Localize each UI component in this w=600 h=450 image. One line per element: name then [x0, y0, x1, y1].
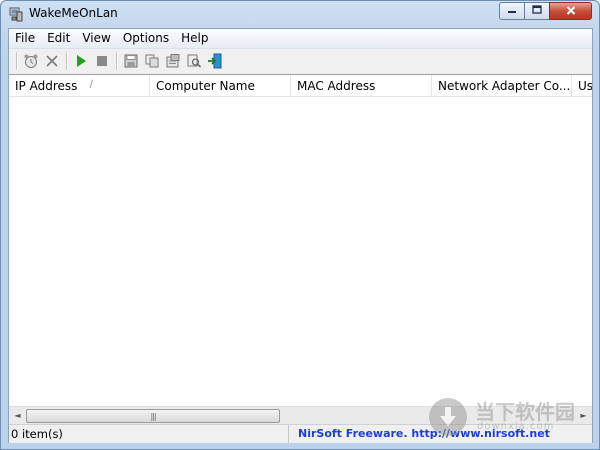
start-button[interactable] — [71, 51, 91, 71]
stop-icon — [94, 53, 110, 69]
computer-list[interactable]: IP Address ∕ Computer Name MAC Address N… — [9, 74, 592, 421]
toolbar-separator — [16, 52, 18, 70]
title-bar[interactable]: WakeMeOnLan — [1, 1, 599, 28]
window-title: WakeMeOnLan — [29, 6, 118, 20]
copy-icon — [144, 53, 160, 69]
delete-button[interactable] — [42, 51, 62, 71]
column-label: Computer Name — [156, 79, 255, 93]
delete-x-icon — [44, 53, 60, 69]
column-label: Us — [578, 79, 592, 93]
nirsoft-link[interactable]: NirSoft Freeware. http://www.nirsoft.net — [298, 427, 550, 440]
save-disk-icon — [123, 53, 139, 69]
save-button[interactable] — [121, 51, 141, 71]
find-button[interactable] — [184, 51, 204, 71]
scroll-left-button[interactable]: ◄ — [9, 407, 26, 424]
menu-file[interactable]: File — [9, 29, 41, 48]
column-header-user[interactable]: Us — [572, 75, 592, 97]
item-count: 0 item(s) — [9, 425, 289, 443]
minimize-button[interactable] — [499, 2, 525, 20]
find-icon — [186, 53, 202, 69]
scroll-right-button[interactable]: ► — [575, 407, 592, 424]
menu-help[interactable]: Help — [175, 29, 214, 48]
toolbar — [9, 49, 592, 73]
properties-button[interactable] — [163, 51, 183, 71]
horizontal-scrollbar[interactable]: ◄ ||| ► — [9, 406, 592, 424]
scroll-left-arrow-icon: ◄ — [14, 411, 21, 420]
alarm-button[interactable] — [21, 51, 41, 71]
column-header-ip-address[interactable]: IP Address ∕ — [9, 75, 150, 97]
network-computer-icon — [8, 6, 24, 22]
close-icon — [566, 5, 576, 18]
scroll-grip-icon: ||| — [150, 411, 156, 421]
properties-icon — [165, 53, 181, 69]
toolbar-separator — [116, 52, 118, 70]
column-header-mac-address[interactable]: MAC Address — [291, 75, 432, 97]
play-start-icon — [73, 53, 89, 69]
menu-bar: File Edit View Options Help — [9, 29, 592, 49]
scroll-right-arrow-icon: ► — [580, 411, 587, 420]
column-label: MAC Address — [297, 79, 376, 93]
close-button[interactable] — [549, 2, 592, 20]
status-bar: 0 item(s) NirSoft Freeware. http://www.n… — [9, 424, 592, 443]
column-label: IP Address — [15, 79, 78, 93]
maximize-button[interactable] — [524, 2, 550, 20]
scroll-thumb[interactable]: ||| — [26, 409, 280, 423]
minimize-icon — [507, 6, 517, 17]
column-header-computer-name[interactable]: Computer Name — [150, 75, 291, 97]
exit-door-icon — [207, 53, 223, 69]
maximize-icon — [532, 5, 542, 17]
stop-button[interactable] — [92, 51, 112, 71]
toolbar-separator — [66, 52, 68, 70]
caption-buttons — [499, 2, 592, 20]
list-header: IP Address ∕ Computer Name MAC Address N… — [9, 75, 592, 97]
alarm-clock-icon — [23, 53, 39, 69]
sort-indicator-icon: ∕ — [89, 79, 93, 90]
column-label: Network Adapter Co... — [438, 79, 571, 93]
menu-edit[interactable]: Edit — [41, 29, 76, 48]
column-header-network-adapter[interactable]: Network Adapter Co... — [432, 75, 572, 97]
copy-button[interactable] — [142, 51, 162, 71]
client-area: File Edit View Options Help IP Address ∕… — [8, 28, 593, 443]
exit-button[interactable] — [205, 51, 225, 71]
app-window: WakeMeOnLan File Edit View Options Help … — [0, 0, 600, 450]
menu-view[interactable]: View — [76, 29, 116, 48]
menu-options[interactable]: Options — [117, 29, 175, 48]
